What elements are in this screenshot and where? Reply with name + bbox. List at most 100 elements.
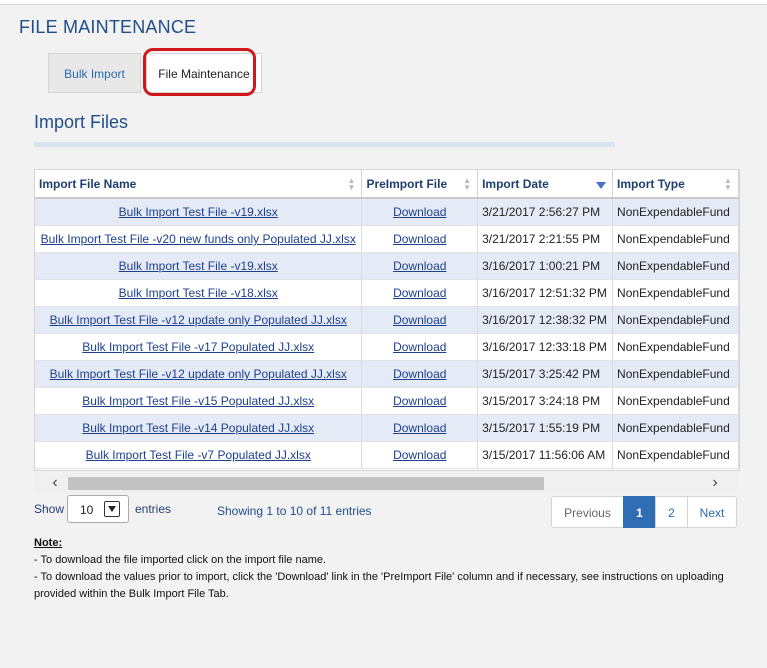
- table-cell: Bulk Import Test File -v7 Populated JJ.x…: [35, 441, 363, 469]
- table-cell: Download: [361, 225, 479, 253]
- entries-per-page-select[interactable]: 10: [67, 495, 129, 523]
- import-date-cell: 3/16/2017 12:38:32 PM: [482, 313, 607, 327]
- column-header-label: Import Date: [482, 176, 549, 191]
- page-title: FILE MAINTENANCE: [19, 17, 197, 37]
- table-row: Bulk Import Test File -v12 update only P…: [35, 306, 739, 334]
- tab-bulk-import[interactable]: Bulk Import: [48, 53, 141, 93]
- note-block: Note: - To download the file imported cl…: [34, 535, 744, 603]
- table-cell: Download: [361, 387, 479, 415]
- import-date-cell: 3/15/2017 3:25:42 PM: [482, 367, 601, 381]
- import-type-cell: NonExpendableFund: [617, 421, 730, 435]
- table-cell: NonExpendableFund: [612, 252, 739, 280]
- import-date-cell: 3/16/2017 12:33:18 PM: [482, 340, 607, 354]
- table-cell: Bulk Import Test File -v19.xlsx: [35, 198, 363, 226]
- table-cell: 3/15/2017 11:56:06 AM: [477, 441, 614, 469]
- column-header-preimport-file[interactable]: PreImport File ▲ ▼: [361, 170, 479, 199]
- table-cell: 3/16/2017 1:00:21 PM: [477, 252, 614, 280]
- table-cell: 3/21/2017 2:56:27 PM: [477, 198, 614, 226]
- preimport-download-link[interactable]: Download: [393, 313, 446, 327]
- preimport-download-link[interactable]: Download: [393, 421, 446, 435]
- table-cell: Download: [361, 360, 479, 388]
- column-header-import-date[interactable]: Import Date: [477, 170, 614, 199]
- scroll-left-arrow-icon[interactable]: ‹: [46, 475, 64, 491]
- import-type-cell: NonExpendableFund: [617, 286, 730, 300]
- import-file-name-link[interactable]: Bulk Import Test File -v19.xlsx: [119, 205, 278, 219]
- import-file-name-link[interactable]: Bulk Import Test File -v19.xlsx: [119, 259, 278, 273]
- column-header-import-type[interactable]: Import Type ▲ ▼: [612, 170, 739, 199]
- import-type-cell: NonExpendableFund: [617, 448, 730, 462]
- import-file-name-link[interactable]: Bulk Import Test File -v15 Populated JJ.…: [82, 394, 314, 408]
- table-cell: Bulk Import Test File -v17 Populated JJ.…: [35, 333, 363, 361]
- import-file-name-link[interactable]: Bulk Import Test File -v14 Populated JJ.…: [82, 421, 314, 435]
- next-page-button[interactable]: Next: [687, 496, 737, 528]
- import-type-cell: NonExpendableFund: [617, 205, 730, 219]
- table-cell: 3/16/2017 12:33:18 PM: [477, 333, 614, 361]
- import-file-name-link[interactable]: Bulk Import Test File -v12 update only P…: [50, 367, 347, 381]
- horizontal-scrollbar[interactable]: ‹ ›: [34, 473, 738, 493]
- section-divider: [34, 142, 615, 147]
- column-header-label: Import File Name: [39, 176, 137, 191]
- preimport-download-link[interactable]: Download: [393, 394, 446, 408]
- table-cell: Download: [361, 414, 479, 442]
- table-cell: NonExpendableFund: [612, 414, 739, 442]
- table-cell: Bulk Import Test File -v19.xlsx: [35, 252, 363, 280]
- table-cell: NonExpendableFund: [612, 225, 739, 253]
- table-cell: NonExpendableFund: [612, 333, 739, 361]
- table-cell: Download: [361, 279, 479, 307]
- import-file-name-link[interactable]: Bulk Import Test File -v12 update only P…: [50, 313, 347, 327]
- import-file-name-link[interactable]: Bulk Import Test File -v18.xlsx: [119, 286, 278, 300]
- column-header-label: Import Type: [617, 176, 685, 191]
- table-cell: Bulk Import Test File -v15 Populated JJ.…: [35, 387, 363, 415]
- preimport-download-link[interactable]: Download: [393, 259, 446, 273]
- table-cell: Download: [361, 441, 479, 469]
- highlight-annotation: [143, 48, 256, 96]
- table-cell: NonExpendableFund: [612, 441, 739, 469]
- column-header-import-file-name[interactable]: Import File Name ▲ ▼: [35, 170, 363, 199]
- page-1-button[interactable]: 1: [623, 496, 656, 528]
- import-date-cell: 3/15/2017 3:24:18 PM: [482, 394, 601, 408]
- import-file-name-link[interactable]: Bulk Import Test File -v20 new funds onl…: [41, 232, 356, 246]
- import-type-cell: NonExpendableFund: [617, 367, 730, 381]
- import-file-name-link[interactable]: Bulk Import Test File -v17 Populated JJ.…: [82, 340, 314, 354]
- table-header-row: Import File Name ▲ ▼ PreImport File ▲ ▼ Im…: [35, 170, 739, 199]
- table-row: Bulk Import Test File -v20 new funds onl…: [35, 225, 739, 253]
- import-date-cell: 3/16/2017 12:51:32 PM: [482, 286, 607, 300]
- scrollbar-thumb[interactable]: [68, 477, 544, 490]
- table-cell: 3/15/2017 1:55:19 PM: [477, 414, 614, 442]
- import-type-cell: NonExpendableFund: [617, 313, 730, 327]
- import-date-cell: 3/15/2017 1:55:19 PM: [482, 421, 601, 435]
- show-label: Show: [34, 502, 65, 516]
- table-cell: 3/16/2017 12:51:32 PM: [477, 279, 614, 307]
- table-row: Bulk Import Test File -v17 Populated JJ.…: [35, 333, 739, 361]
- table-cell: 3/16/2017 12:38:32 PM: [477, 306, 614, 334]
- column-header-label: PreImport File: [366, 176, 448, 191]
- table-cell: Download: [361, 198, 479, 226]
- table-cell: Bulk Import Test File -v12 update only P…: [35, 306, 363, 334]
- section-title: Import Files: [34, 112, 129, 132]
- preimport-download-link[interactable]: Download: [393, 367, 446, 381]
- preimport-download-link[interactable]: Download: [393, 286, 446, 300]
- preimport-download-link[interactable]: Download: [393, 448, 446, 462]
- import-type-cell: NonExpendableFund: [617, 232, 730, 246]
- note-title: Note:: [34, 537, 63, 549]
- sort-icon: ▲ ▼: [724, 176, 732, 192]
- page-2-button[interactable]: 2: [655, 496, 688, 528]
- import-date-cell: 3/15/2017 11:56:06 AM: [482, 448, 606, 462]
- table-row: Bulk Import Test File -v12 update only P…: [35, 360, 739, 388]
- preimport-download-link[interactable]: Download: [393, 340, 446, 354]
- sort-descending-icon: [596, 182, 607, 189]
- note-line: - To download the file imported click on…: [34, 554, 327, 566]
- import-date-cell: 3/16/2017 1:00:21 PM: [482, 259, 601, 273]
- table-row: Bulk Import Test File -v18.xlsx Download 3…: [35, 279, 739, 307]
- entries-per-page-value: 10: [80, 503, 94, 517]
- sort-icon: ▲ ▼: [347, 176, 356, 192]
- table-row: Bulk Import Test File -v15 Populated JJ.…: [35, 387, 739, 415]
- table-cell: NonExpendableFund: [612, 306, 739, 334]
- import-date-cell: 3/21/2017 2:56:27 PM: [482, 205, 601, 219]
- import-file-name-link[interactable]: Bulk Import Test File -v7 Populated JJ.x…: [86, 448, 311, 462]
- preimport-download-link[interactable]: Download: [393, 205, 446, 219]
- import-type-cell: NonExpendableFund: [617, 340, 730, 354]
- scroll-right-arrow-icon[interactable]: ›: [706, 475, 724, 491]
- previous-page-button[interactable]: Previous: [551, 496, 624, 528]
- preimport-download-link[interactable]: Download: [393, 232, 446, 246]
